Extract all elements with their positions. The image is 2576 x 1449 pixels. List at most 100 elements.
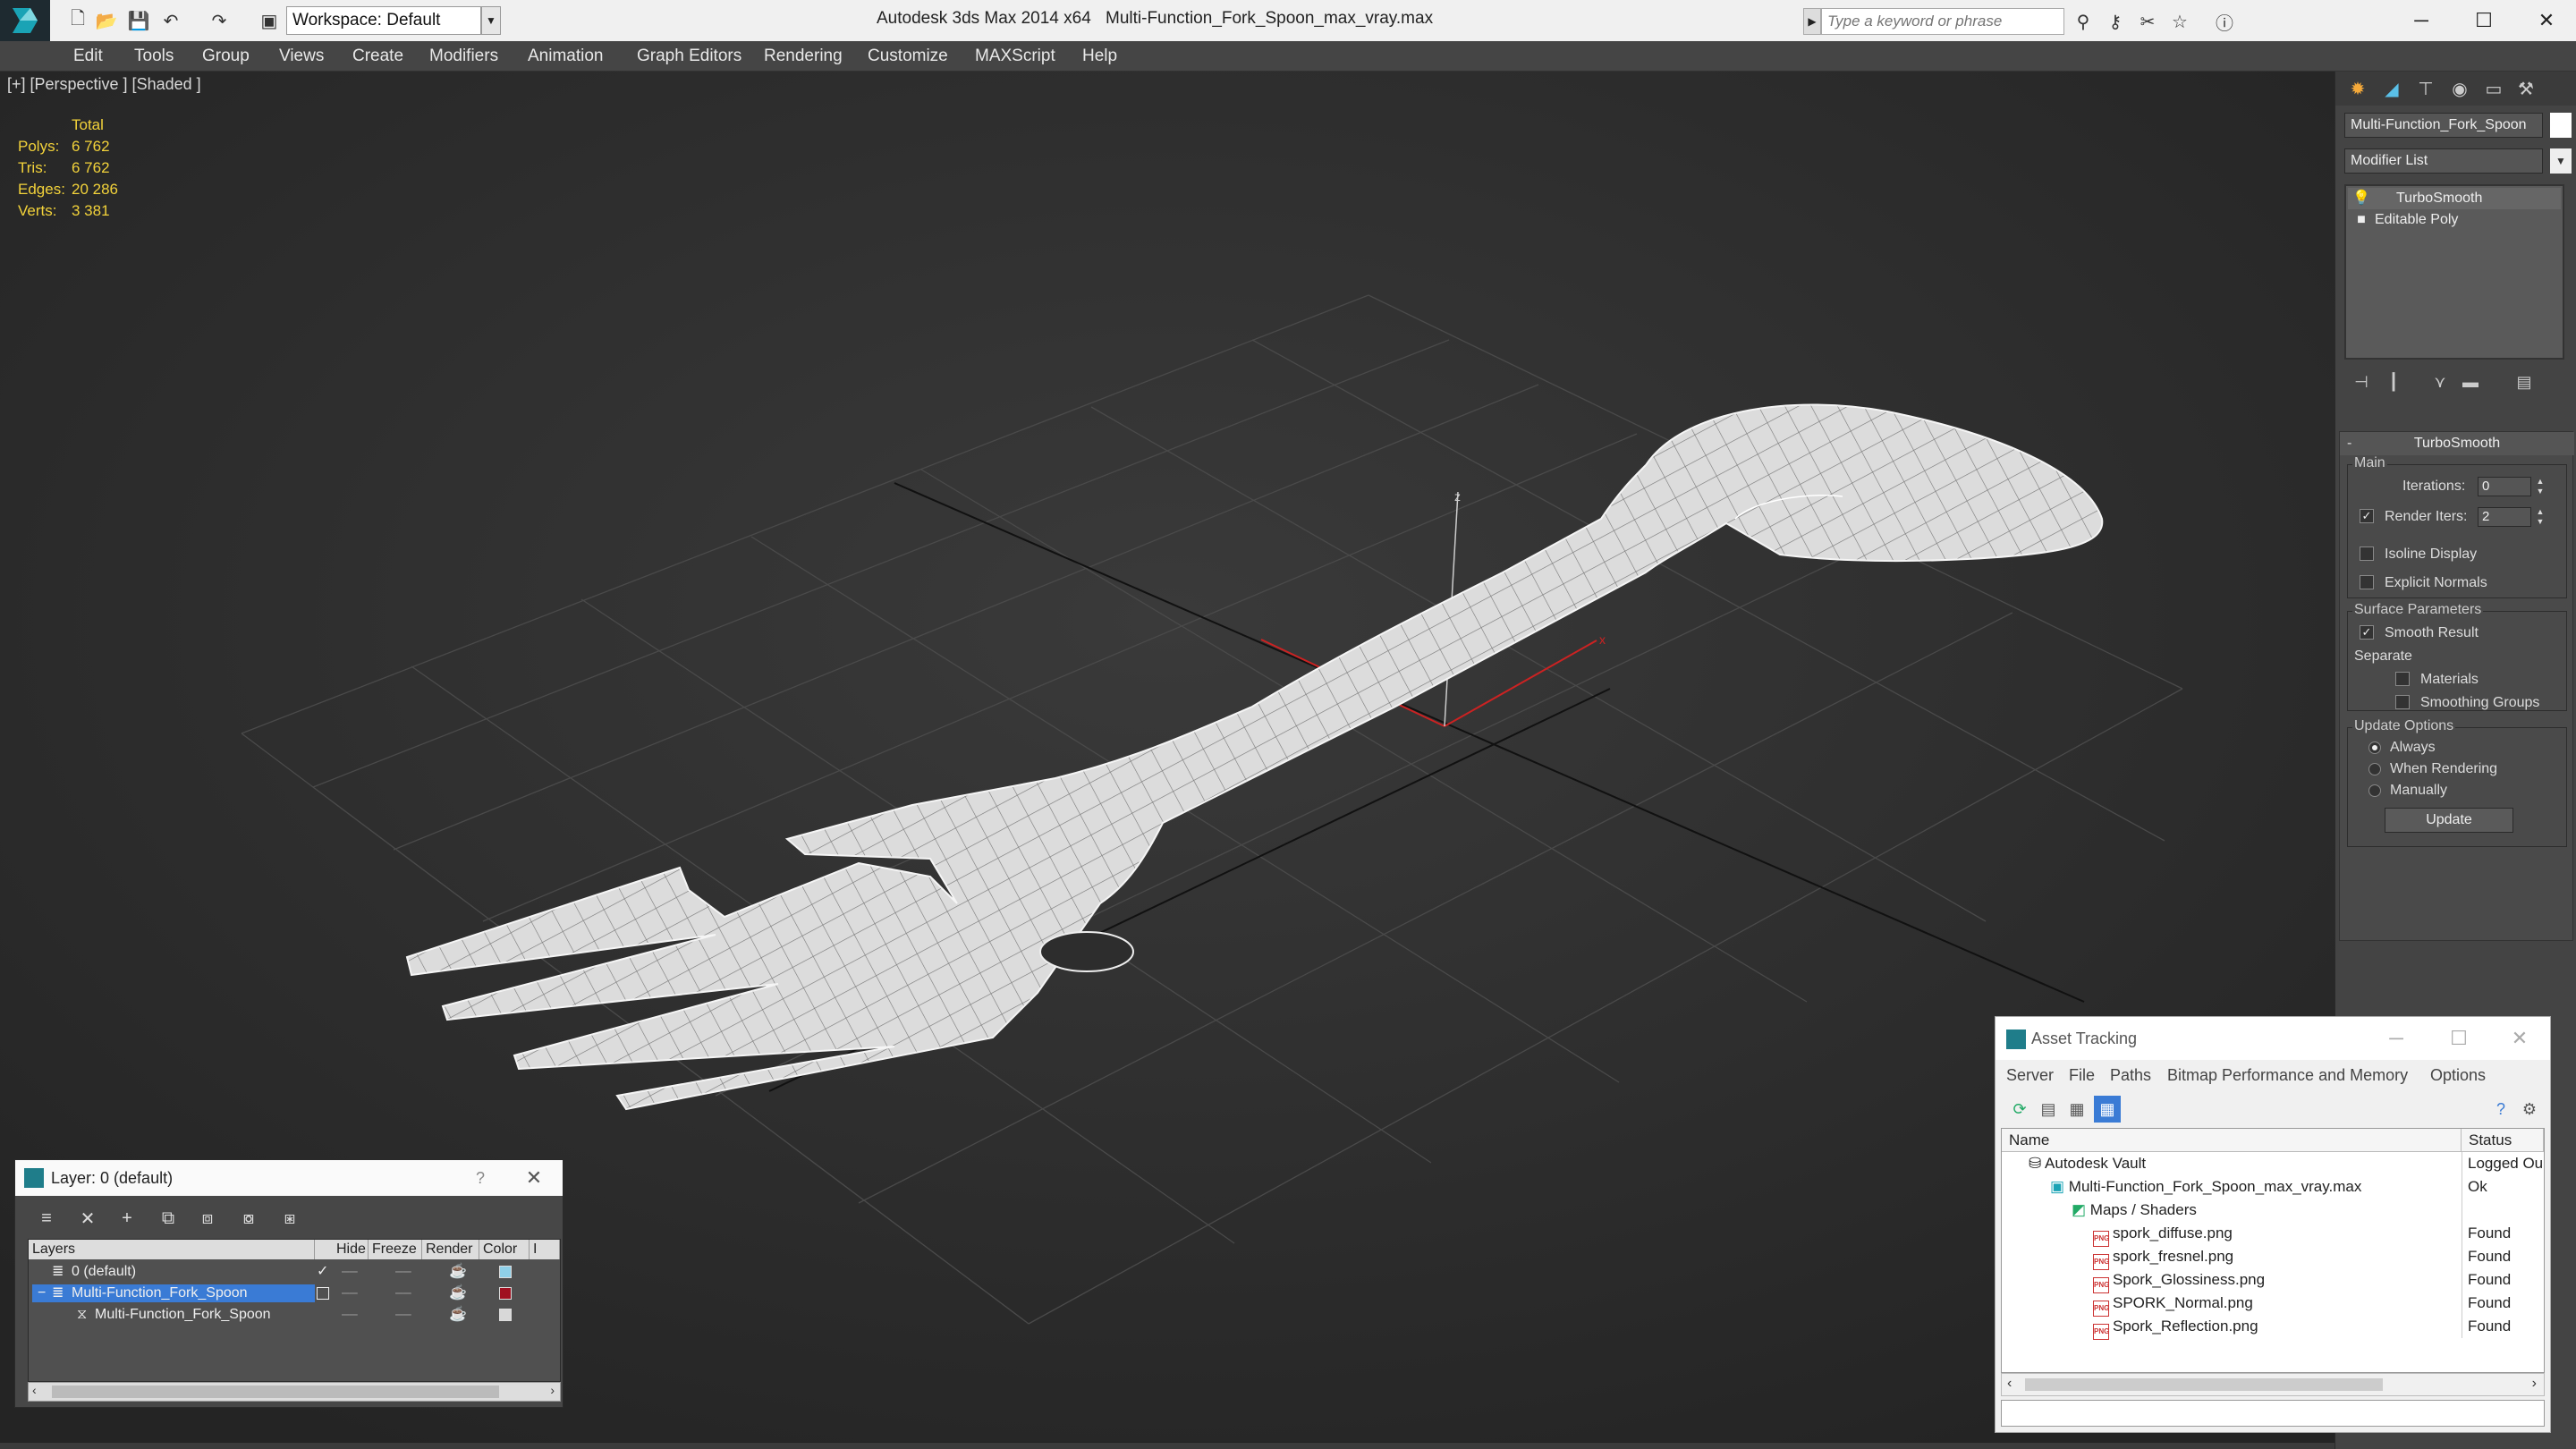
make-unique-icon[interactable]: ⋎ [2427,369,2453,395]
render-iters-checkbox[interactable]: ✓ [2360,509,2374,523]
menu-maxscript[interactable]: MAXScript [975,41,1055,72]
asset-tracking-titlebar[interactable]: Asset Tracking ─ ☐ ✕ [1996,1017,2550,1060]
asset-row-fresnel[interactable]: PNG spork_fresnel.png Found [2002,1245,2544,1270]
modify-tab-icon[interactable]: ◢ [2377,75,2407,102]
col-freeze[interactable]: Freeze [369,1240,422,1259]
layer-row-default[interactable]: ≣ 0 (default) ✓ –– –– ☕ [29,1261,560,1283]
close-icon[interactable]: ✕ [2515,0,2576,41]
always-radio[interactable] [2368,741,2381,754]
hide-all-layers-icon[interactable]: ⧇ [235,1205,262,1232]
at-menu-paths[interactable]: Paths [2110,1062,2151,1089]
new-layer-icon[interactable]: ≡ [33,1205,60,1232]
col-name[interactable]: Name [2002,1129,2462,1152]
toggle-square-icon[interactable]: ■ [2348,209,2375,231]
scroll-thumb[interactable] [52,1385,499,1398]
menu-tools[interactable]: Tools [134,41,174,72]
open-file-icon[interactable]: 📂 [93,7,120,34]
layer-color-swatch[interactable] [499,1266,512,1278]
freeze-toggle[interactable]: –– [395,1283,411,1304]
favorites-star-icon[interactable]: ☆ [2166,8,2193,35]
col-i[interactable]: I [530,1240,560,1259]
show-end-result-icon[interactable]: ┃ [2380,369,2407,395]
at-scroll-left-icon[interactable]: ‹ [2007,1376,2012,1392]
hide-toggle[interactable]: –– [342,1304,358,1326]
at-help-icon[interactable]: ? [2487,1096,2514,1123]
layer-window-close-icon[interactable]: ✕ [516,1160,552,1196]
menu-help[interactable]: Help [1082,41,1117,72]
menu-animation[interactable]: Animation [528,41,604,72]
at-menu-server[interactable]: Server [2006,1062,2054,1089]
at-scroll-right-icon[interactable]: › [2532,1376,2537,1392]
at-menu-file[interactable]: File [2069,1062,2095,1089]
at-close-icon[interactable]: ✕ [2493,1017,2546,1060]
menu-edit[interactable]: Edit [73,41,103,72]
pin-stack-icon[interactable]: ⊣ [2348,369,2375,395]
thumbnail-view-icon[interactable]: ▦ [2063,1096,2090,1123]
lightbulb-icon[interactable]: 💡 [2348,188,2375,209]
at-settings-icon[interactable]: ⚙ [2516,1096,2543,1123]
delete-layer-icon[interactable]: ✕ [74,1205,101,1232]
freeze-all-layers-icon[interactable]: ⧆ [276,1205,303,1232]
object-name-field[interactable]: Multi-Function_Fork_Spoon [2344,113,2543,138]
search-expand-icon[interactable]: ▶ [1803,8,1821,35]
motion-tab-icon[interactable]: ◉ [2445,75,2475,102]
explicit-normals-checkbox[interactable] [2360,575,2374,589]
layer-horizontal-scrollbar[interactable]: ‹ › [28,1382,561,1402]
undo-icon[interactable]: ↶ [157,7,184,34]
menu-create[interactable]: Create [352,41,403,72]
at-menu-bitmap-performance[interactable]: Bitmap Performance and Memory [2167,1062,2408,1089]
render-teapot-icon[interactable]: ☕ [449,1283,467,1304]
asset-row-normal[interactable]: PNG SPORK_Normal.png Found [2002,1292,2544,1317]
modifier-list-select[interactable]: Modifier List [2344,148,2543,174]
new-file-icon[interactable]: 🗋 [64,7,91,34]
display-tab-icon[interactable]: ▭ [2479,75,2509,102]
key-icon[interactable]: ⚷ [2102,8,2129,35]
at-minimize-icon[interactable]: ─ [2369,1017,2423,1060]
layer-row-fork-spoon[interactable]: − ≣ Multi-Function_Fork_Spoon –– –– ☕ [29,1283,560,1304]
stack-item-turbosmooth[interactable]: 💡 TurboSmooth [2348,188,2561,209]
table-view-icon[interactable]: ▦ [2094,1096,2121,1123]
utilities-tab-icon[interactable]: ⚒ [2511,75,2541,102]
minimize-icon[interactable]: ─ [2390,0,2453,41]
layer-window-help-icon[interactable]: ? [462,1160,498,1196]
viewport-label[interactable]: [+] [Perspective ] [Shaded ] [7,75,201,94]
rollout-header[interactable]: - TurboSmooth [2340,432,2574,455]
render-teapot-icon[interactable]: ☕ [449,1261,467,1283]
asset-row-diffuse[interactable]: PNG spork_diffuse.png Found [2002,1222,2544,1247]
col-status[interactable]: Status [2462,1129,2544,1152]
iterations-spinner[interactable]: 0 [2478,477,2531,496]
asset-row-vault[interactable]: ⛁ Autodesk Vault Logged Ou [2002,1152,2544,1175]
expand-icon[interactable]: − [38,1283,46,1304]
menu-group[interactable]: Group [202,41,250,72]
menu-graph-editors[interactable]: Graph Editors [637,41,741,72]
update-button[interactable]: Update [2385,808,2513,833]
layer-window-titlebar[interactable]: Layer: 0 (default) ? ✕ [15,1160,563,1196]
freeze-toggle[interactable]: –– [395,1261,411,1283]
menu-modifiers[interactable]: Modifiers [429,41,498,72]
search-input[interactable] [1821,8,2064,35]
col-render[interactable]: Render [422,1240,479,1259]
project-folder-icon[interactable]: ▣ [256,7,283,34]
help-icon[interactable]: ⓘ [2211,8,2238,35]
col-layers[interactable]: Layers [29,1240,315,1259]
freeze-toggle[interactable]: –– [395,1304,411,1326]
scroll-left-icon[interactable]: ‹ [32,1383,37,1397]
layer-color-swatch[interactable] [499,1287,512,1300]
connect-icon[interactable]: ✂ [2134,8,2161,35]
smoothing-groups-checkbox[interactable] [2395,695,2410,709]
remove-modifier-icon[interactable]: ▬ [2457,369,2484,395]
stack-item-editable-poly[interactable]: ■ Editable Poly [2348,209,2561,231]
asset-row-glossiness[interactable]: PNG Spork_Glossiness.png Found [2002,1268,2544,1293]
active-check-icon[interactable]: ✓ [317,1261,328,1283]
object-color-swatch[interactable] [499,1309,512,1321]
hierarchy-tab-icon[interactable]: ⊤ [2411,75,2441,102]
app-menu-button[interactable] [0,0,50,41]
render-iters-spinner-arrows-icon[interactable]: ▲ ▼ [2535,507,2546,527]
hide-toggle[interactable]: –– [342,1283,358,1304]
asset-row-maps[interactable]: ◩ Maps / Shaders [2002,1199,2544,1222]
iterations-spinner-arrows-icon[interactable]: ▲ ▼ [2535,477,2546,496]
maximize-icon[interactable]: ☐ [2453,0,2515,41]
menu-customize[interactable]: Customize [868,41,948,72]
list-view-icon[interactable]: ▤ [2035,1096,2062,1123]
at-maximize-icon[interactable]: ☐ [2432,1017,2486,1060]
